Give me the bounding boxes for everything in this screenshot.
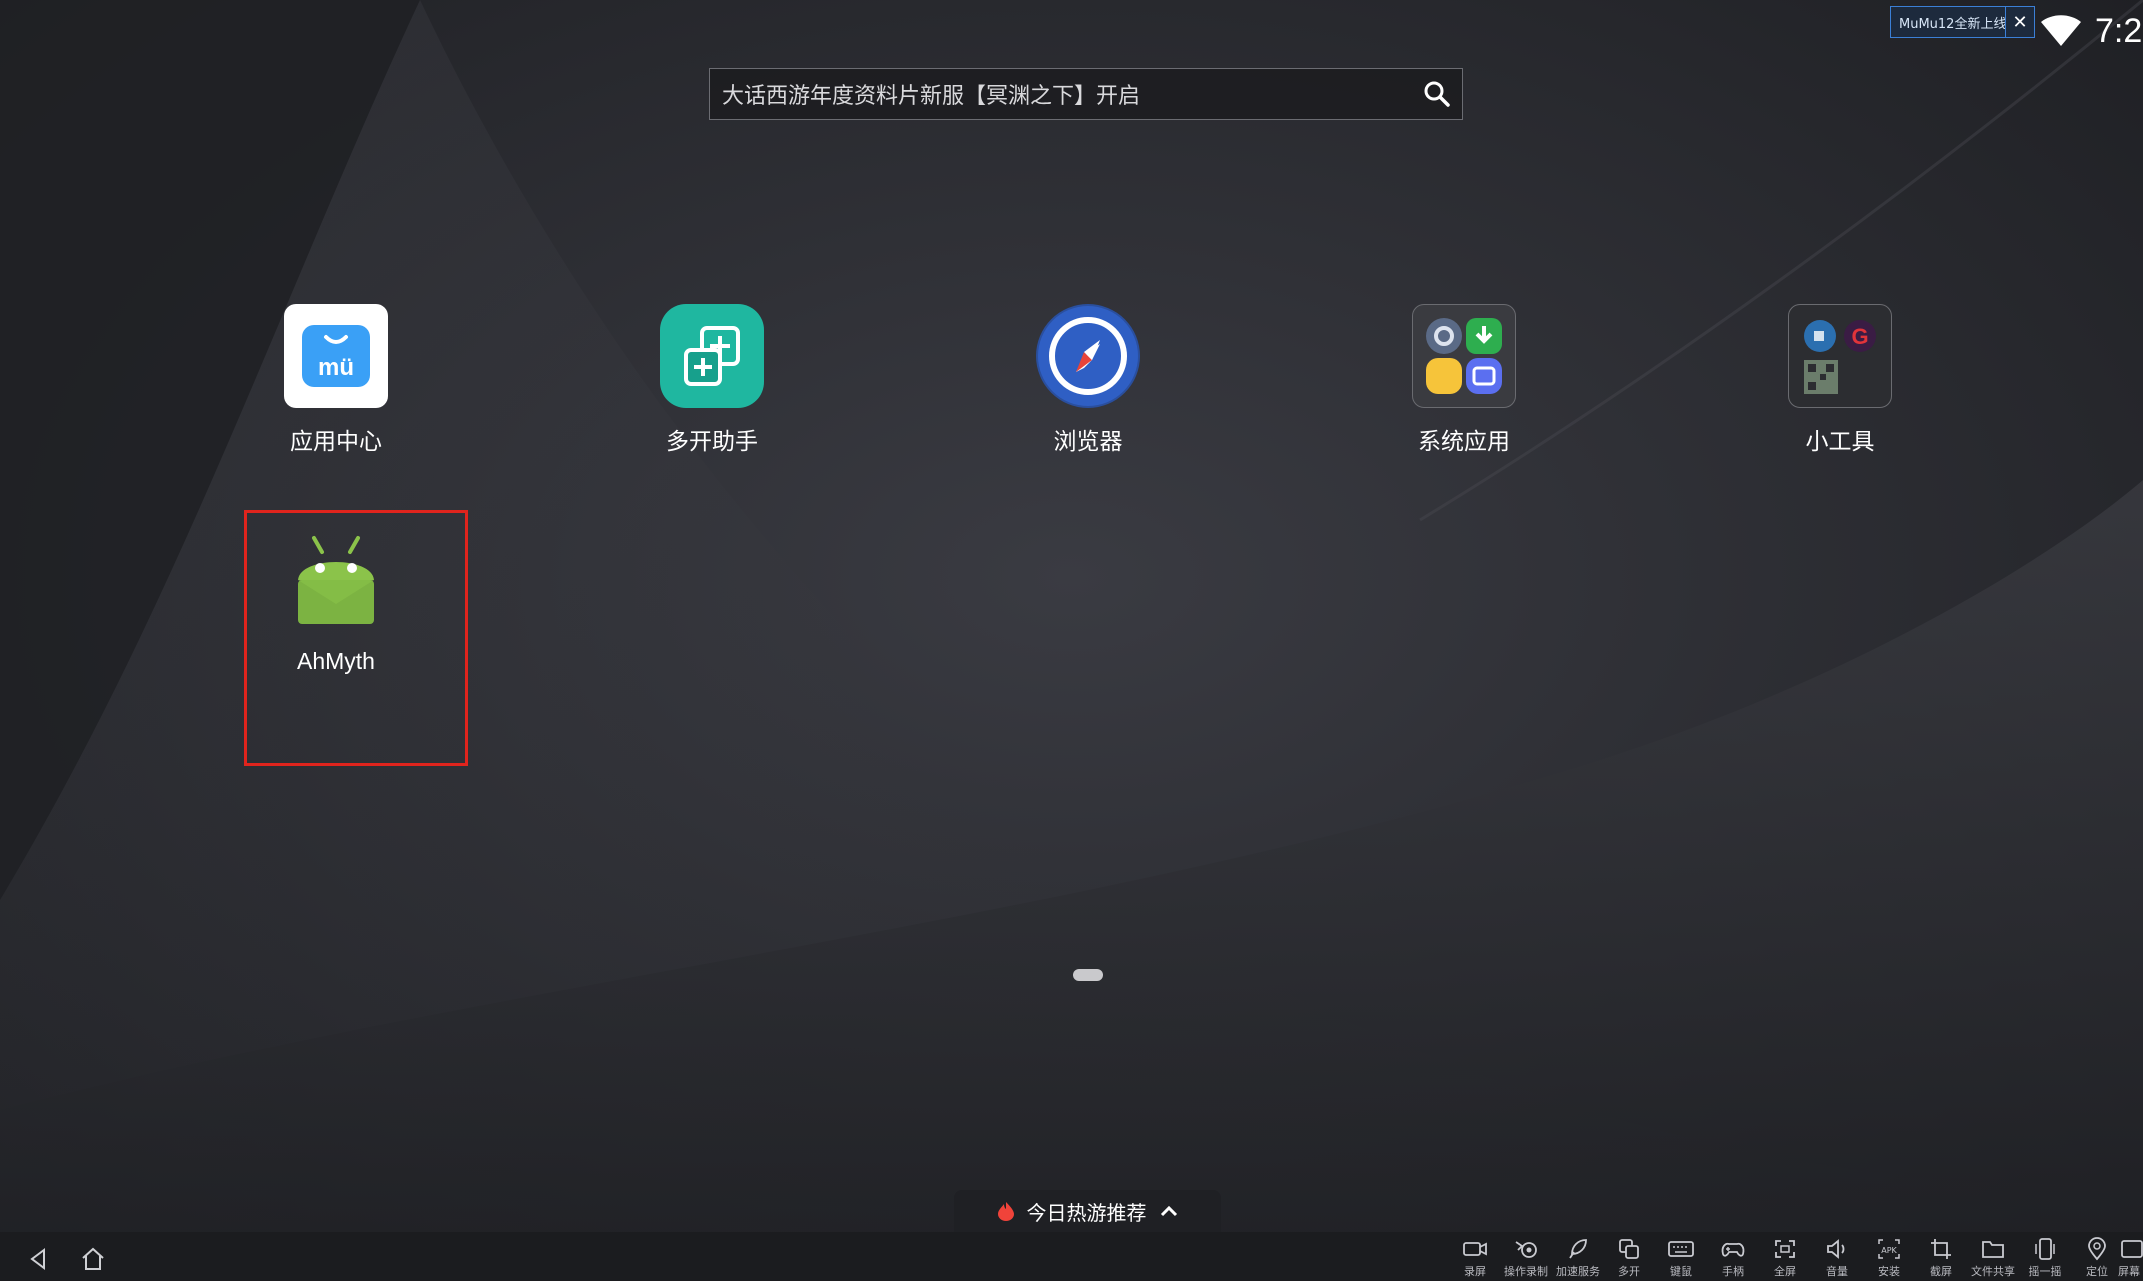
home-icon[interactable] (78, 1244, 108, 1274)
app-label: 应用中心 (290, 429, 382, 455)
tool-apk-install[interactable]: APK 安装 (1864, 1236, 1914, 1281)
tool-macro-record[interactable]: 操作录制 (1501, 1236, 1551, 1281)
volume-icon (1827, 1239, 1845, 1259)
close-icon[interactable]: ✕ (2005, 7, 2034, 37)
tool-keyboard[interactable]: 键鼠 (1656, 1236, 1706, 1281)
keyboard-icon (1668, 1241, 1694, 1257)
multi-window-icon (1619, 1239, 1639, 1259)
tool-label: 安装 (1878, 1265, 1900, 1278)
location-icon (2088, 1237, 2106, 1261)
tool-label: 音量 (1826, 1265, 1848, 1278)
tool-label: 屏幕 (2118, 1265, 2140, 1278)
chevron-up-icon[interactable] (1159, 1204, 1179, 1218)
app-browser[interactable]: 浏览器 (978, 304, 1198, 456)
search-placeholder[interactable]: 大话西游年度资料片新服【冥渊之下】开启 (710, 78, 1422, 110)
svg-text:APK: APK (1881, 1246, 1897, 1255)
wifi-icon (2041, 15, 2081, 46)
hot-games-bar[interactable]: 今日热游推荐 (954, 1190, 1221, 1232)
rocket-icon (1569, 1239, 1587, 1259)
app-label: 小工具 (1805, 429, 1875, 455)
page-indicator (1073, 969, 1103, 981)
tool-label: 操作录制 (1504, 1265, 1548, 1278)
tool-label: 文件共享 (1971, 1265, 2015, 1278)
tool-location[interactable]: 定位 (2072, 1236, 2122, 1281)
screen-icon (2121, 1240, 2143, 1258)
app-app-center[interactable]: mü 应用中心 (226, 304, 446, 456)
crop-icon (1931, 1239, 1951, 1259)
tool-record[interactable]: 录屏 (1450, 1236, 1500, 1281)
shake-icon (2035, 1238, 2055, 1260)
promo-notice[interactable]: MuMu12全新上线 ✕ (1890, 6, 2035, 38)
browser-compass-icon (1036, 304, 1140, 408)
app-tools-folder[interactable]: G 小工具 (1730, 304, 1950, 456)
apk-install-icon: APK (1878, 1239, 1900, 1259)
search-icon[interactable] (1422, 79, 1452, 109)
status-clock: 7:2 (2095, 12, 2143, 50)
tool-label: 手柄 (1722, 1265, 1744, 1278)
gamepad-icon (1721, 1242, 1745, 1257)
folder-icon (1982, 1241, 2004, 1258)
highlight-box (244, 510, 468, 766)
tool-label: 键鼠 (1670, 1265, 1692, 1278)
search-bar[interactable]: 大话西游年度资料片新服【冥渊之下】开启 (709, 68, 1463, 120)
back-icon[interactable] (24, 1244, 54, 1274)
app-center-icon: mü (284, 304, 388, 408)
tool-screen[interactable]: 屏幕 (2118, 1236, 2143, 1281)
app-label: 浏览器 (1053, 429, 1123, 455)
tool-file-share[interactable]: 文件共享 (1968, 1236, 2018, 1281)
tool-accelerate[interactable]: 加速服务 (1553, 1236, 1603, 1281)
tool-label: 截屏 (1930, 1265, 1952, 1278)
tool-multi-window[interactable]: 多开 (1604, 1236, 1654, 1281)
macro-record-icon (1515, 1241, 1537, 1258)
record-icon (1463, 1242, 1487, 1256)
svg-text:G: G (1851, 324, 1868, 349)
tool-label: 录屏 (1464, 1265, 1486, 1278)
tool-gamepad[interactable]: 手柄 (1708, 1236, 1758, 1281)
fullscreen-icon (1775, 1240, 1795, 1258)
tool-label: 定位 (2086, 1265, 2108, 1278)
app-system-apps-folder[interactable]: 系统应用 (1354, 304, 1574, 456)
tool-label: 多开 (1618, 1265, 1640, 1278)
app-label: 多开助手 (666, 429, 758, 455)
app-multi-open[interactable]: 多开助手 (602, 304, 822, 456)
system-apps-folder-icon (1412, 304, 1516, 408)
svg-text:mü: mü (318, 354, 354, 381)
tools-folder-icon: G (1788, 304, 1892, 408)
tool-label: 加速服务 (1556, 1265, 1600, 1278)
multi-open-icon (660, 304, 764, 408)
tool-label: 摇一摇 (2028, 1265, 2062, 1278)
tool-screenshot[interactable]: 截屏 (1916, 1236, 1966, 1281)
app-label: 系统应用 (1418, 429, 1510, 455)
tool-shake[interactable]: 摇一摇 (2020, 1236, 2070, 1281)
tool-volume[interactable]: 音量 (1812, 1236, 1862, 1281)
fire-icon (997, 1202, 1014, 1221)
tool-fullscreen[interactable]: 全屏 (1760, 1236, 1810, 1281)
promo-notice-text: MuMu12全新上线 (1899, 16, 2005, 32)
hot-games-label: 今日热游推荐 (1026, 1200, 1147, 1225)
tool-label: 全屏 (1774, 1265, 1796, 1278)
